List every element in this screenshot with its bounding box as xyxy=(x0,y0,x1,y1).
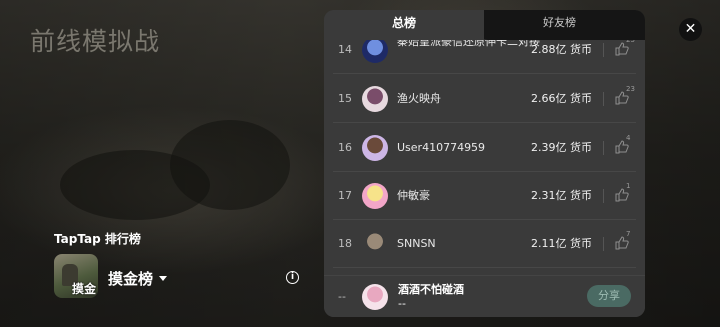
coin-amount: 2.39亿 货币 xyxy=(531,141,592,154)
coin-amount: 2.66亿 货币 xyxy=(531,92,592,105)
divider xyxy=(603,189,604,203)
coin-amount: 2.88亿 货币 xyxy=(531,43,592,56)
like-count: 4 xyxy=(626,134,631,142)
avatar[interactable] xyxy=(362,40,388,63)
close-button[interactable]: ✕ xyxy=(679,18,702,41)
game-title: 前线模拟战 xyxy=(30,27,161,56)
board-selector[interactable]: 摸金榜 xyxy=(108,268,168,289)
rank: 15 xyxy=(338,92,352,105)
tab-total[interactable]: 总榜 xyxy=(324,10,484,40)
like-count: 1 xyxy=(626,182,631,190)
leaderboard-tabs: 好友榜 总榜 xyxy=(324,10,645,40)
avatar[interactable] xyxy=(362,183,388,209)
like-count: 23 xyxy=(626,85,635,93)
divider xyxy=(603,237,604,251)
row-separator xyxy=(333,267,636,268)
leaderboard-row: 14 秦始皇派豪信还原伸卡二对接 2.88亿 货币 25 xyxy=(324,40,645,74)
leaderboard-row: 17 仲敏豪 2.31亿 货币 1 xyxy=(324,172,645,220)
info-icon[interactable]: i xyxy=(286,271,299,284)
leaderboard-row: 18 SNNSN 2.11亿 货币 7 xyxy=(324,220,645,268)
leaderboard-row: 16 User410774959 2.39亿 货币 4 xyxy=(324,124,645,172)
like-count: 25 xyxy=(626,40,635,44)
thumbs-up-icon[interactable] xyxy=(615,188,629,202)
row-separator xyxy=(333,73,636,74)
thumbs-up-icon[interactable] xyxy=(615,91,629,105)
my-avatar[interactable] xyxy=(362,284,388,310)
taptap-brand: TapTap 排行榜 xyxy=(54,232,141,246)
my-name: 酒酒不怕碰酒 xyxy=(398,283,464,296)
avatar[interactable] xyxy=(362,231,388,257)
leaderboard-row: 15 渔火映舟 2.66亿 货币 23 xyxy=(324,75,645,123)
player-name: User410774959 xyxy=(397,141,486,154)
thumbs-up-icon[interactable] xyxy=(615,42,629,56)
avatar[interactable] xyxy=(362,86,388,112)
share-button[interactable]: 分享 xyxy=(587,285,631,307)
divider xyxy=(603,43,604,57)
game-icon-label: 摸金 xyxy=(71,282,96,296)
my-rank: -- xyxy=(338,290,346,303)
coin-amount: 2.31亿 货币 xyxy=(531,189,592,202)
avatar[interactable] xyxy=(362,135,388,161)
tab-friends[interactable]: 好友榜 xyxy=(474,10,645,40)
player-name: 秦始皇派豪信还原伸卡二对接 xyxy=(397,40,540,48)
row-separator xyxy=(333,122,636,123)
game-icon: 摸金 xyxy=(54,254,98,298)
board-name: 摸金榜 xyxy=(108,270,154,288)
like-count: 7 xyxy=(626,230,631,238)
thumbs-up-icon[interactable] xyxy=(615,236,629,250)
coin-amount: 2.11亿 货币 xyxy=(531,237,592,250)
rank: 17 xyxy=(338,189,352,202)
player-name: 渔火映舟 xyxy=(397,92,441,105)
leaderboard-list[interactable]: 14 秦始皇派豪信还原伸卡二对接 2.88亿 货币 25 15 渔火映舟 2.6… xyxy=(324,40,645,270)
my-rank-row: -- 酒酒不怕碰酒 -- 分享 xyxy=(324,275,645,317)
rank: 16 xyxy=(338,141,352,154)
player-name: SNNSN xyxy=(397,237,436,250)
rank: 18 xyxy=(338,237,352,250)
caret-down-icon xyxy=(159,276,168,281)
leaderboard-panel: 好友榜 总榜 14 秦始皇派豪信还原伸卡二对接 2.88亿 货币 25 15 渔… xyxy=(324,10,645,317)
player-name: 仲敏豪 xyxy=(397,189,430,202)
my-amount: -- xyxy=(398,297,406,310)
divider xyxy=(603,141,604,155)
divider xyxy=(603,92,604,106)
rank: 14 xyxy=(338,43,352,56)
thumbs-up-icon[interactable] xyxy=(615,140,629,154)
